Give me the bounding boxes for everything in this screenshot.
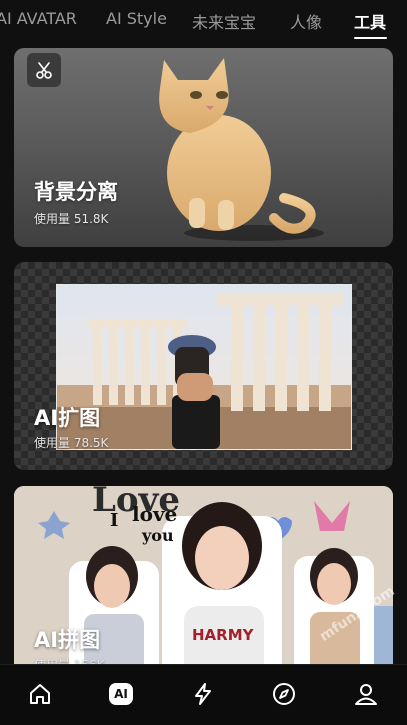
tab-ai-avatar[interactable]: AI AVATAR [0,9,77,28]
nav-ai[interactable]: AI [106,679,136,709]
card-title: AI拼图 [34,628,101,652]
nav-explore[interactable] [269,679,299,709]
tool-card-ai-expand[interactable]: AI扩图 使用量 78.5K [14,262,393,470]
card-usage: 使用量 51.8K [34,212,109,226]
card-title: 背景分离 [34,180,118,204]
compass-icon [273,683,295,705]
lightning-icon [195,683,211,705]
expand-image-frame [56,284,352,450]
scissors-icon [36,62,52,79]
profile-icon [355,684,377,705]
active-tab-indicator [354,37,387,39]
tab-future-baby[interactable]: 未来宝宝 [192,9,256,33]
collage-text-you: you [142,526,174,545]
nav-effects[interactable] [188,679,218,709]
nav-profile[interactable] [351,679,381,709]
ai-icon: AI [109,683,133,705]
tab-tools[interactable]: 工具 [354,9,386,33]
bottom-navigation: AI [0,664,407,725]
collage-text-i: I [110,510,119,531]
tool-card-ai-collage[interactable]: Love I love you HARMY AI拼图 使用量 156K [14,486,393,686]
top-tab-bar: AI AVATAR AI Style 未来宝宝 人像 工具 [0,0,407,44]
nav-home[interactable] [25,679,55,709]
collage-shirt-text: HARMY [192,626,254,644]
home-icon [30,684,50,704]
collage-text-love: love [132,502,178,526]
tab-ai-style[interactable]: AI Style [106,9,167,28]
tool-card-background-separation[interactable]: 背景分离 使用量 51.8K [14,48,393,247]
card-usage: 使用量 78.5K [34,436,109,450]
tab-portrait[interactable]: 人像 [290,9,322,33]
cutout-tool-button[interactable] [27,53,61,87]
card-title: AI扩图 [34,406,101,430]
ruins-image [57,285,351,449]
